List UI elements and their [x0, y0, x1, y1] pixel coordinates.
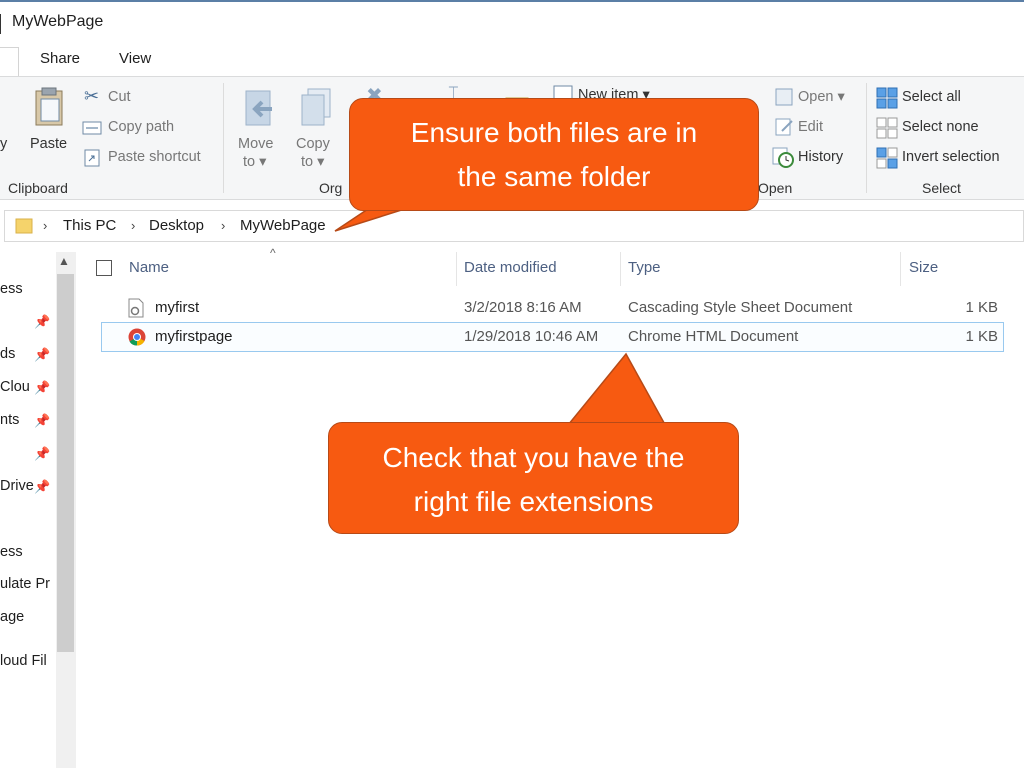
- copy-path-icon: [82, 121, 102, 135]
- breadcrumb-desktop[interactable]: Desktop: [149, 217, 204, 234]
- copy-button-partial[interactable]: y: [0, 136, 7, 152]
- nav-item-drive[interactable]: Drive: [0, 478, 34, 494]
- column-divider[interactable]: [620, 252, 621, 286]
- tab-share[interactable]: Share: [40, 50, 80, 67]
- column-divider[interactable]: [900, 252, 901, 286]
- pin-icon[interactable]: 📌: [34, 446, 50, 462]
- sort-ascending-icon: ^: [270, 246, 276, 260]
- chevron-right-icon[interactable]: ›: [43, 218, 47, 233]
- tab-view[interactable]: View: [119, 50, 151, 67]
- file-name[interactable]: myfirst: [155, 299, 199, 316]
- edit-button[interactable]: Edit: [798, 119, 823, 135]
- group-separator: [866, 83, 867, 193]
- ribbon-tabs: Share View: [0, 44, 1024, 78]
- breadcrumb-mywebpage[interactable]: MyWebPage: [240, 217, 326, 234]
- callout-text-line: right file extensions: [413, 486, 654, 517]
- history-icon: [772, 147, 794, 168]
- clipboard-group-label: Clipboard: [8, 180, 68, 196]
- chrome-icon: [128, 328, 146, 346]
- nav-item-cloud-files[interactable]: loud Fil: [0, 653, 47, 669]
- callout-text-line: Check that you have the: [382, 442, 685, 473]
- copy-to-label[interactable]: Copy: [296, 136, 330, 152]
- chevron-right-icon[interactable]: ›: [221, 218, 225, 233]
- callout-same-folder: Ensure both files are in the same folder: [349, 98, 759, 211]
- tab-home-edge[interactable]: [0, 47, 19, 78]
- copy-to-icon: [301, 88, 331, 126]
- group-separator: [223, 83, 224, 193]
- nav-item-quick-access[interactable]: ess: [0, 281, 23, 297]
- move-to-label[interactable]: Move: [238, 136, 273, 152]
- invert-selection-button[interactable]: Invert selection: [902, 149, 1000, 165]
- pin-icon[interactable]: 📌: [34, 347, 50, 363]
- callout-file-extensions: Check that you have the right file exten…: [328, 422, 739, 534]
- file-date: 1/29/2018 10:46 AM: [464, 328, 599, 345]
- file-name[interactable]: myfirstpage: [155, 328, 233, 345]
- file-date: 3/2/2018 8:16 AM: [464, 299, 582, 316]
- file-type: Cascading Style Sheet Document: [628, 299, 853, 316]
- organize-group-label: Org: [319, 180, 343, 196]
- column-divider[interactable]: [456, 252, 457, 286]
- select-all-icon: [876, 87, 898, 109]
- copy-to-dropdown[interactable]: to ▾: [301, 154, 324, 170]
- callout-pointer-bottom: [562, 352, 670, 431]
- invert-selection-icon: [876, 147, 898, 169]
- paste-shortcut-button[interactable]: Paste shortcut: [108, 149, 201, 165]
- select-group-label: Select: [922, 180, 961, 196]
- cut-button[interactable]: Cut: [108, 89, 131, 105]
- nav-item-documents[interactable]: nts: [0, 412, 19, 428]
- edit-icon: [775, 118, 793, 136]
- breadcrumb-this-pc[interactable]: This PC: [63, 217, 116, 234]
- column-header-date-modified[interactable]: Date modified: [464, 259, 557, 276]
- title-bar: MyWebPage: [0, 0, 1024, 44]
- file-size: 1 KB: [965, 328, 998, 345]
- select-all-checkbox[interactable]: [96, 260, 112, 276]
- open-button[interactable]: Open ▾: [798, 89, 845, 105]
- column-header-type[interactable]: Type: [628, 259, 661, 276]
- address-bar[interactable]: › This PC › Desktop › MyWebPage: [4, 210, 1024, 242]
- nav-scrollbar-thumb[interactable]: [57, 274, 74, 652]
- table-row[interactable]: myfirst 3/2/2018 8:16 AM Cascading Style…: [101, 294, 1004, 322]
- folder-icon: [15, 218, 33, 234]
- table-row[interactable]: myfirstpage 1/29/2018 10:46 AM Chrome HT…: [101, 322, 1004, 352]
- open-icon: [775, 88, 793, 106]
- select-all-button[interactable]: Select all: [902, 89, 961, 105]
- title-separator: [0, 14, 1, 34]
- copy-path-button[interactable]: Copy path: [108, 119, 174, 135]
- column-header-size[interactable]: Size: [909, 259, 938, 276]
- paste-icon: [35, 87, 63, 126]
- file-type: Chrome HTML Document: [628, 328, 799, 345]
- nav-item-ulate-pr[interactable]: ulate Pr: [0, 576, 50, 592]
- pin-icon[interactable]: 📌: [34, 413, 50, 429]
- select-none-button[interactable]: Select none: [902, 119, 979, 135]
- callout-text-line: Ensure both files are in: [410, 117, 698, 148]
- chevron-right-icon[interactable]: ›: [131, 218, 135, 233]
- nav-item-cloud[interactable]: Clou: [0, 379, 30, 395]
- paste-button[interactable]: Paste: [30, 136, 67, 152]
- window-title: MyWebPage: [12, 13, 104, 30]
- pin-icon[interactable]: 📌: [34, 380, 50, 396]
- pin-icon[interactable]: 📌: [34, 479, 50, 495]
- file-size: 1 KB: [965, 299, 998, 316]
- open-group-label: Open: [758, 180, 793, 196]
- nav-item-page[interactable]: age: [0, 609, 24, 625]
- move-to-icon: [245, 90, 272, 126]
- callout-text-line: the same folder: [457, 161, 651, 192]
- nav-item-downloads[interactable]: ds: [0, 346, 15, 362]
- history-button[interactable]: History: [798, 149, 843, 165]
- pin-icon[interactable]: 📌: [34, 314, 50, 330]
- nav-item-access[interactable]: ess: [0, 544, 23, 560]
- paste-shortcut-icon: [84, 149, 100, 167]
- column-header-name[interactable]: Name: [129, 259, 169, 276]
- select-none-icon: [876, 117, 898, 139]
- cut-icon: ✂: [84, 86, 100, 106]
- move-to-dropdown[interactable]: to ▾: [243, 154, 266, 170]
- scroll-up-icon[interactable]: ▲: [58, 254, 70, 268]
- css-file-icon: [128, 298, 144, 318]
